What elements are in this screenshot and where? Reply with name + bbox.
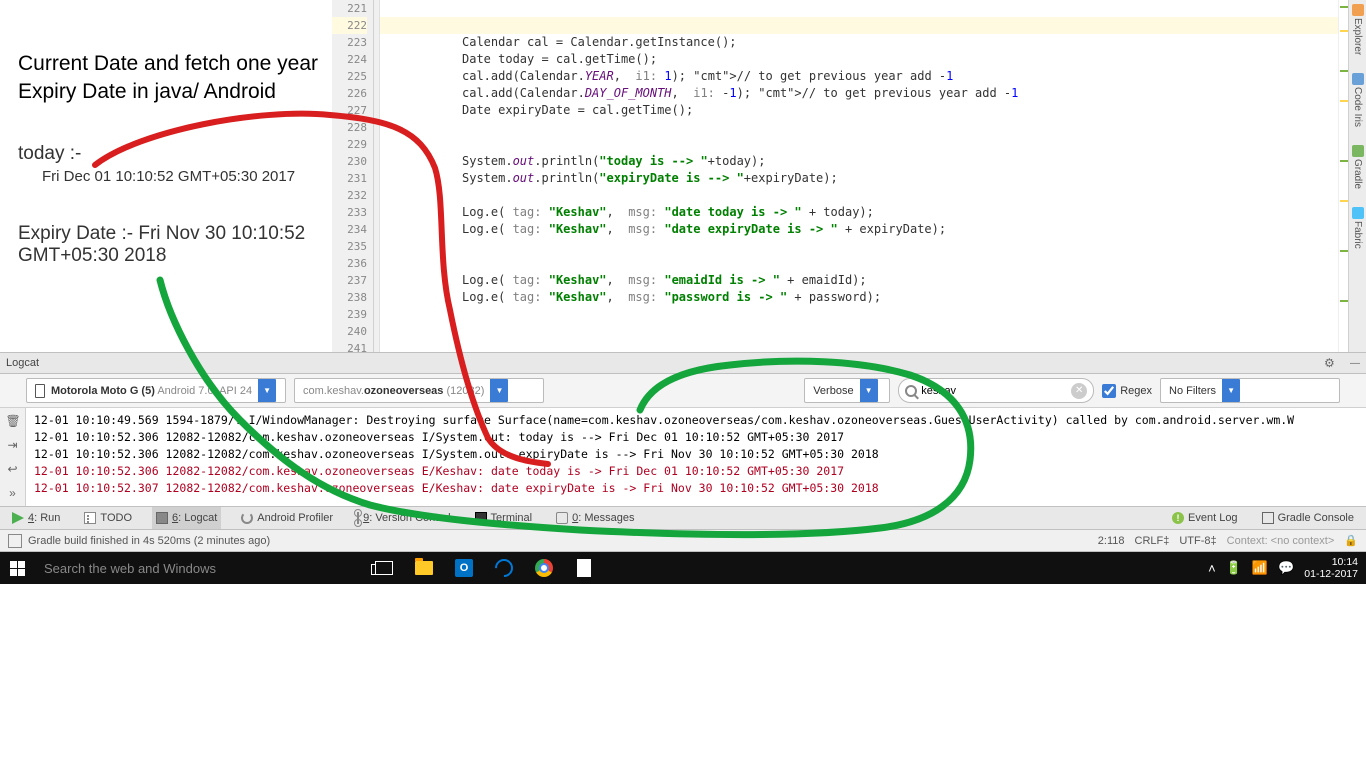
chevron-down-icon: ▼ bbox=[258, 379, 276, 402]
context-selector[interactable]: Context: <no context> bbox=[1227, 535, 1335, 547]
rail-code-iris[interactable]: Code Iris bbox=[1352, 73, 1364, 127]
logcat-header: Logcat — bbox=[0, 352, 1366, 374]
package-dropdown[interactable]: com.keshav.ozoneoverseas (12082) ▼ bbox=[294, 378, 544, 403]
gear-icon[interactable] bbox=[1324, 356, 1338, 370]
system-tray: ˄ 🔋 📶 💬 10:1401-12-2017 bbox=[1208, 552, 1366, 584]
chevron-down-icon: ▼ bbox=[1222, 379, 1240, 402]
rail-fabric[interactable]: Fabric bbox=[1352, 207, 1364, 249]
logcat-output[interactable]: 12-01 10:10:49.569 1594-1879/? I/WindowM… bbox=[26, 408, 1366, 506]
today-label: today :- bbox=[18, 143, 81, 165]
filter-dropdown[interactable]: No Filters ▼ bbox=[1160, 378, 1340, 403]
logcat-side-toolbar: 🗑 ⇥ ↩ » bbox=[0, 408, 26, 506]
device-dropdown[interactable]: Motorola Moto G (5) Android 7.0, API 24 … bbox=[26, 378, 286, 403]
expiry-label: Expiry Date :- bbox=[18, 223, 133, 244]
line-separator[interactable]: CRLF‡ bbox=[1135, 535, 1170, 547]
rail-gradle[interactable]: Gradle bbox=[1352, 145, 1364, 189]
file-explorer-icon[interactable] bbox=[404, 552, 444, 584]
start-button[interactable] bbox=[0, 552, 34, 584]
loglevel-dropdown[interactable]: Verbose ▼ bbox=[804, 378, 890, 403]
status-message: Gradle build finished in 4s 520ms (2 min… bbox=[28, 535, 270, 547]
battery-icon[interactable]: 🔋 bbox=[1226, 560, 1242, 576]
log-search[interactable]: ✕ bbox=[898, 378, 1094, 403]
tab-terminal[interactable]: Terminal bbox=[471, 507, 537, 529]
right-tool-rail: Explorer Code Iris Gradle Fabric bbox=[1348, 0, 1366, 352]
line-gutter: 2212222232242252262272282292302312322332… bbox=[332, 0, 374, 352]
tray-chevron-icon[interactable]: ˄ bbox=[1208, 561, 1216, 576]
outlook-icon[interactable]: O bbox=[444, 552, 484, 584]
hide-panel-icon[interactable]: — bbox=[1350, 358, 1360, 369]
edge-icon[interactable] bbox=[484, 552, 524, 584]
phone-icon bbox=[35, 384, 45, 398]
restart-icon[interactable]: » bbox=[6, 486, 20, 500]
status-bar: Gradle build finished in 4s 520ms (2 min… bbox=[0, 530, 1366, 552]
tab-run[interactable]: 4: Run bbox=[8, 507, 64, 529]
file-encoding[interactable]: UTF-8‡ bbox=[1179, 535, 1216, 547]
tab-todo[interactable]: TODO bbox=[80, 507, 136, 529]
taskbar-search[interactable]: Search the web and Windows bbox=[34, 552, 364, 584]
tab-logcat[interactable]: 6: Logcat bbox=[152, 507, 221, 529]
action-center-icon[interactable]: 💬 bbox=[1278, 560, 1294, 576]
status-icon[interactable] bbox=[8, 534, 22, 548]
soft-wrap-icon[interactable]: ↩ bbox=[6, 462, 20, 476]
bottom-tool-tabs: 4: Run TODO 6: Logcat Android Profiler 9… bbox=[0, 506, 1366, 530]
annot-title: Current Date and fetch one year Expiry D… bbox=[18, 50, 322, 107]
error-stripe[interactable] bbox=[1338, 0, 1348, 352]
clear-icon[interactable]: ✕ bbox=[1071, 383, 1087, 399]
search-icon bbox=[905, 385, 917, 397]
taskbar-clock[interactable]: 10:1401-12-2017 bbox=[1304, 556, 1358, 580]
annotation-panel: Current Date and fetch one year Expiry D… bbox=[0, 0, 332, 352]
tab-gradle-console[interactable]: Gradle Console bbox=[1258, 512, 1358, 524]
chrome-icon[interactable] bbox=[524, 552, 564, 584]
windows-taskbar: Search the web and Windows O ˄ 🔋 📶 💬 10:… bbox=[0, 552, 1366, 584]
chevron-down-icon: ▼ bbox=[860, 379, 878, 402]
wifi-icon[interactable]: 📶 bbox=[1252, 560, 1268, 576]
lock-icon[interactable]: 🔒 bbox=[1344, 534, 1358, 547]
chevron-down-icon: ▼ bbox=[490, 379, 508, 402]
log-search-input[interactable] bbox=[921, 385, 1071, 397]
regex-checkbox[interactable]: Regex bbox=[1102, 384, 1152, 398]
logcat-toolbar: Motorola Moto G (5) Android 7.0, API 24 … bbox=[0, 374, 1366, 408]
tab-messages[interactable]: 0: Messages bbox=[552, 507, 638, 529]
trash-icon[interactable]: 🗑 bbox=[6, 414, 20, 428]
task-view-icon[interactable] bbox=[364, 552, 404, 584]
code-editor[interactable]: Calendar cal = Calendar.getInstance();Da… bbox=[380, 0, 1348, 352]
logcat-title: Logcat bbox=[6, 357, 39, 369]
today-value: Fri Dec 01 10:10:52 GMT+05:30 2017 bbox=[42, 168, 295, 185]
tab-event-log[interactable]: !Event Log bbox=[1168, 512, 1242, 524]
notepad-icon[interactable] bbox=[564, 552, 604, 584]
caret-pos[interactable]: 2:118 bbox=[1098, 535, 1125, 547]
tab-profiler[interactable]: Android Profiler bbox=[237, 507, 337, 529]
tab-version-control[interactable]: 9: Version Control bbox=[353, 507, 454, 529]
rail-explorer[interactable]: Explorer bbox=[1352, 4, 1364, 55]
scroll-end-icon[interactable]: ⇥ bbox=[6, 438, 20, 452]
